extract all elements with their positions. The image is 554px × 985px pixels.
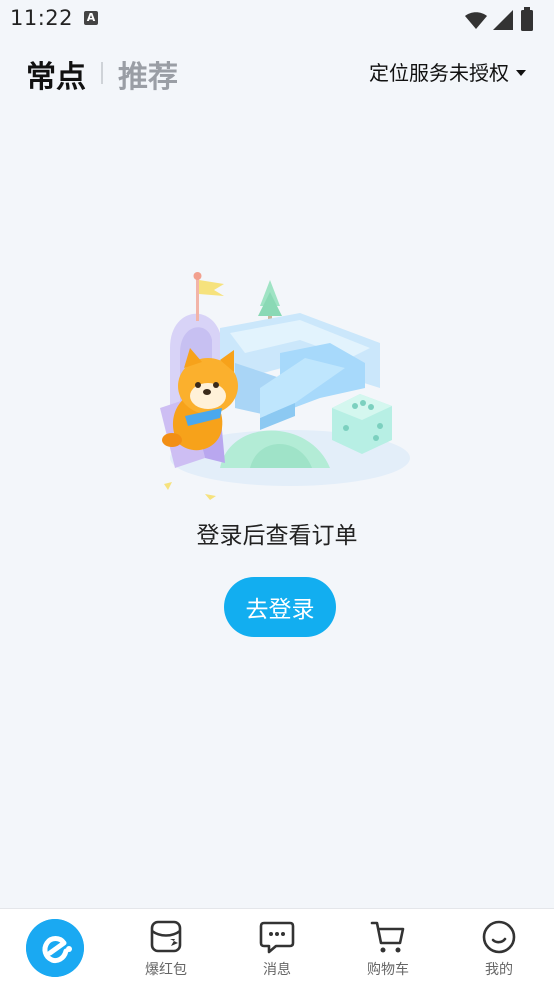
tab-changdian[interactable]: 常点: [26, 52, 86, 96]
battery-icon: [521, 7, 533, 31]
cart-icon: [370, 921, 405, 953]
nav-label: 爆红包: [145, 962, 187, 978]
signal-icon: [493, 10, 513, 30]
message-icon: [259, 921, 295, 954]
nav-item-cart[interactable]: 购物车: [333, 909, 443, 985]
location-selector[interactable]: 定位服务未授权: [369, 57, 526, 86]
nav-item-profile[interactable]: 我的: [444, 909, 554, 985]
login-button[interactable]: 去登录: [224, 577, 336, 637]
tab-divider: [101, 62, 103, 84]
status-time: 11:22: [10, 6, 74, 30]
nav-label: 消息: [263, 962, 291, 978]
nav-item-home[interactable]: [0, 909, 110, 985]
red-packet-icon: [150, 920, 182, 953]
location-label: 定位服务未授权: [369, 61, 509, 85]
nav-item-red-packet[interactable]: 爆红包: [111, 909, 221, 985]
status-bar: 11:22 A: [0, 0, 554, 40]
status-icons: [456, 6, 546, 34]
caret-down-icon: [516, 69, 526, 76]
eleme-logo-icon: [26, 919, 84, 977]
nav-label: 我的: [485, 962, 513, 978]
nav-item-messages[interactable]: 消息: [222, 909, 332, 985]
empty-state-message: 登录后查看订单: [196, 523, 358, 549]
tab-tuijian[interactable]: 推荐: [118, 52, 178, 96]
shiba-dog-playground-illustration: [160, 272, 410, 500]
nav-label: 购物车: [367, 962, 409, 978]
wifi-icon: [465, 12, 487, 29]
a-icon: A: [84, 11, 98, 25]
header: 常点 推荐 定位服务未授权: [0, 40, 554, 104]
bottom-nav: 爆红包 消息 购物车 我的: [0, 908, 554, 985]
profile-icon: [482, 920, 516, 954]
